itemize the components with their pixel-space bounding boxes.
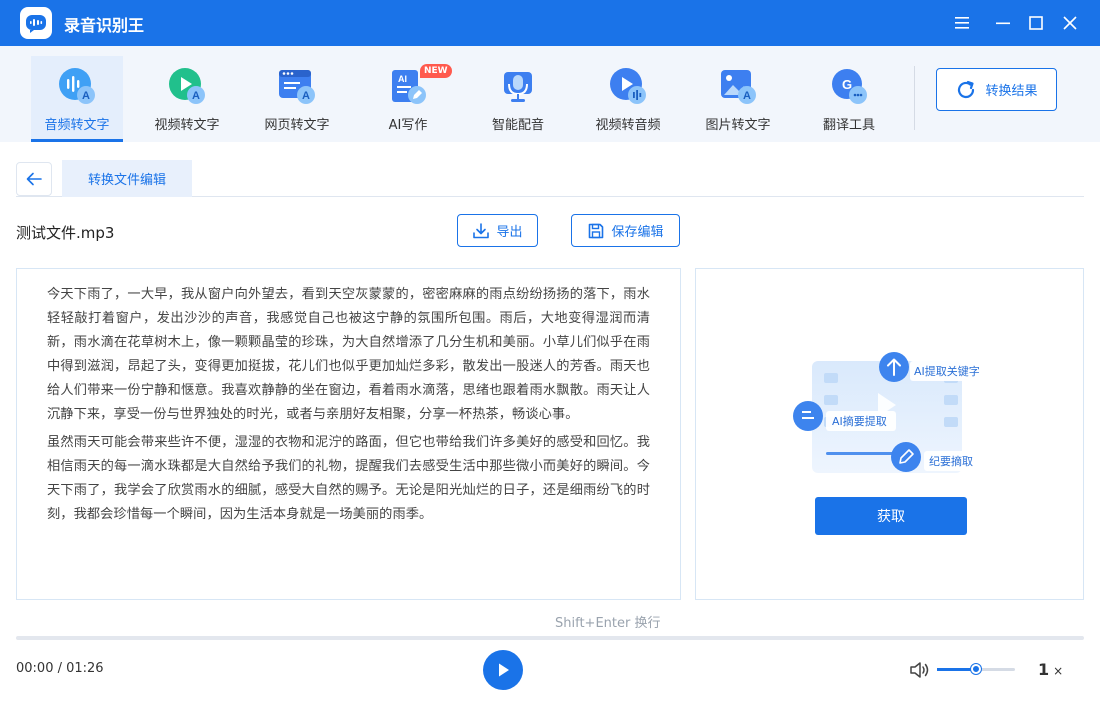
- save-edit-label: 保存编辑: [611, 225, 664, 240]
- conversion-result-label: 转换结果: [985, 84, 1038, 99]
- tool-label: 音频转文字: [44, 118, 110, 133]
- play-icon: [499, 663, 509, 677]
- tool-ai-writing[interactable]: AI NEW AI写作: [362, 56, 454, 142]
- svg-text:AI: AI: [398, 74, 407, 84]
- tool-label: 翻译工具: [822, 118, 875, 133]
- video-to-text-icon: A: [167, 66, 207, 106]
- close-icon[interactable]: [1058, 11, 1082, 35]
- new-badge: NEW: [420, 64, 452, 78]
- tool-image-to-text[interactable]: A 图片转文字: [692, 56, 784, 142]
- get-button[interactable]: 获取: [815, 497, 967, 535]
- svg-text:A: A: [192, 90, 200, 102]
- ai-extract-panel: AI提取关键字 AI摘要提取 纪要摘取 获取: [695, 268, 1084, 600]
- refresh-icon: [958, 80, 975, 98]
- ai-keyword-tag: AI提取关键字: [914, 365, 980, 378]
- menu-icon[interactable]: [950, 11, 974, 35]
- save-icon: [589, 223, 604, 238]
- export-button[interactable]: 导出: [457, 214, 538, 247]
- audio-to-text-icon: A: [57, 66, 97, 106]
- playback-time: 00:00 / 01:26: [16, 661, 104, 676]
- app-title: 录音识别王: [64, 16, 145, 35]
- svg-text:A: A: [302, 90, 310, 102]
- newline-hint: Shift+Enter 换行: [555, 616, 661, 631]
- transcript-editor[interactable]: 今天下雨了，一大早，我从窗户向外望去，看到天空灰蒙蒙的，密密麻麻的雨点纷纷扬扬的…: [16, 268, 681, 600]
- tool-label: 网页转文字: [264, 118, 330, 133]
- smart-dubbing-icon: [498, 66, 538, 106]
- speed-value: 1: [1038, 660, 1050, 679]
- tab-row: 转换文件编辑: [16, 160, 1084, 197]
- play-button[interactable]: [483, 650, 523, 690]
- volume-slider[interactable]: [937, 664, 1015, 674]
- feature-toolbar: A 音频转文字 A 视频转文字 A 网页转文字 AI NEW AI写作 智能配音…: [0, 46, 1100, 142]
- tab-convert-file-edit[interactable]: 转换文件编辑: [62, 160, 192, 197]
- tool-video-to-audio[interactable]: 视频转音频: [582, 56, 674, 142]
- playback-speed[interactable]: 1 ×: [1038, 660, 1063, 679]
- svg-text:G: G: [842, 77, 852, 92]
- toolbar-divider: [914, 66, 915, 130]
- tool-video-to-text[interactable]: A 视频转文字: [141, 56, 233, 142]
- save-edit-button[interactable]: 保存编辑: [571, 214, 680, 247]
- tool-label: AI写作: [388, 118, 428, 133]
- transcript-paragraph: 今天下雨了，一大早，我从窗户向外望去，看到天空灰蒙蒙的，密密麻麻的雨点纷纷扬扬的…: [47, 287, 650, 422]
- video-to-audio-icon: [608, 66, 648, 106]
- transcript-paragraph: 虽然雨天可能会带来些许不便，湿湿的衣物和泥泞的路面，但它也带给我们许多美好的感受…: [47, 435, 650, 522]
- tool-label: 视频转音频: [595, 118, 661, 133]
- tool-webpage-to-text[interactable]: A 网页转文字: [251, 56, 343, 142]
- svg-text:A: A: [82, 90, 90, 102]
- translate-icon: G: [829, 66, 869, 106]
- image-to-text-icon: A: [718, 66, 758, 106]
- app-logo-icon: [20, 7, 52, 39]
- title-bar: 录音识别王: [0, 0, 1100, 46]
- ai-summary-tag: AI摘要提取: [832, 415, 887, 428]
- file-name: 测试文件.mp3: [16, 224, 115, 242]
- svg-text:A: A: [743, 90, 751, 102]
- back-arrow-icon: [26, 172, 42, 186]
- download-icon: [473, 222, 490, 238]
- tool-translate[interactable]: G 翻译工具: [803, 56, 895, 142]
- conversion-result-button[interactable]: 转换结果: [936, 68, 1057, 111]
- webpage-to-text-icon: A: [277, 66, 317, 106]
- ai-minutes-tag: 纪要摘取: [929, 455, 973, 468]
- volume-icon[interactable]: [909, 660, 931, 680]
- tool-label: 图片转文字: [705, 118, 771, 133]
- volume-knob[interactable]: [971, 664, 981, 674]
- ai-illustration: [793, 352, 990, 473]
- tool-smart-dubbing[interactable]: 智能配音: [472, 56, 564, 142]
- tool-audio-to-text[interactable]: A 音频转文字: [31, 56, 123, 142]
- speed-unit: ×: [1053, 664, 1064, 678]
- tool-label: 视频转文字: [154, 118, 220, 133]
- minimize-icon[interactable]: [991, 11, 1015, 35]
- export-label: 导出: [496, 225, 523, 240]
- playback-progress-bar[interactable]: [16, 636, 1084, 640]
- back-button[interactable]: [16, 162, 52, 196]
- maximize-icon[interactable]: [1024, 11, 1048, 35]
- tool-label: 智能配音: [491, 118, 544, 133]
